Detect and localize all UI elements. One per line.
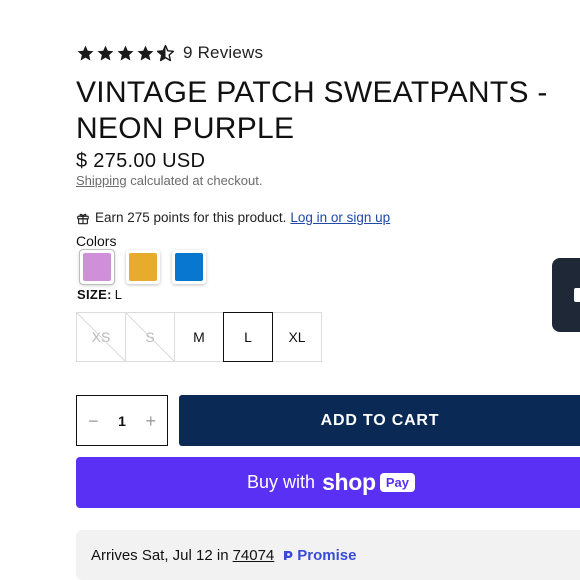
- rating-stars: [76, 44, 175, 63]
- color-swatch-purple[interactable]: [80, 250, 114, 284]
- product-rating: 9 Reviews: [76, 43, 263, 63]
- star-icon: [97, 45, 114, 61]
- quantity-input[interactable]: 1: [118, 413, 126, 429]
- swatch-fill: [175, 253, 203, 281]
- shipping-suffix: calculated at checkout.: [130, 173, 263, 188]
- star-icon: [117, 45, 134, 61]
- swatch-fill: [83, 253, 111, 281]
- size-options: XS S M L XL: [76, 312, 322, 362]
- delivery-estimate: Arrives Sat, Jul 12 in 74074 Promise: [76, 530, 580, 580]
- shop-pay-prefix: Buy with: [247, 472, 316, 492]
- shipping-note: Shipping calculated at checkout.: [76, 173, 262, 188]
- rewards-notice: Earn 275 points for this product. Log in…: [76, 210, 390, 225]
- quantity-decrease-button[interactable]: −: [88, 412, 99, 430]
- promise-logo-icon: [284, 551, 293, 560]
- unavailable-strike: [77, 313, 125, 361]
- size-option-l[interactable]: L: [223, 312, 273, 362]
- delivery-text: Arrives Sat, Jul 12 in: [91, 546, 229, 564]
- size-option-xs[interactable]: XS: [76, 312, 126, 362]
- quantity-stepper: − 1 +: [76, 395, 168, 446]
- pay-badge: Pay: [379, 473, 415, 492]
- swatch-fill: [129, 253, 157, 281]
- reviews-count-link[interactable]: 9 Reviews: [183, 43, 263, 63]
- size-selection: SIZE: L: [77, 287, 122, 302]
- colors-label: Colors: [76, 233, 117, 249]
- side-widget-tab[interactable]: [552, 258, 580, 332]
- color-swatch-blue[interactable]: [172, 250, 206, 284]
- promise-brand: Promise: [282, 547, 356, 564]
- size-option-label: M: [193, 329, 205, 345]
- size-option-xl[interactable]: XL: [272, 312, 322, 362]
- color-swatch-gold[interactable]: [126, 250, 160, 284]
- login-signup-link[interactable]: Log in or sign up: [290, 210, 390, 225]
- color-swatches: [80, 250, 206, 284]
- add-to-cart-button[interactable]: ADD TO CART: [179, 395, 580, 446]
- shipping-link[interactable]: Shipping: [76, 173, 127, 188]
- size-selected-value: L: [114, 287, 122, 302]
- star-icon: [137, 45, 154, 61]
- promise-label: Promise: [297, 546, 357, 564]
- delivery-zip-link[interactable]: 74074: [233, 547, 275, 564]
- size-option-m[interactable]: M: [174, 312, 224, 362]
- size-option-label: L: [244, 329, 252, 345]
- half-star-icon: [156, 44, 175, 61]
- size-label: SIZE:: [77, 287, 112, 302]
- side-widget-icon: [574, 288, 580, 302]
- product-price: $ 275.00 USD: [76, 150, 206, 172]
- quantity-increase-button[interactable]: +: [145, 412, 156, 430]
- product-title: VINTAGE PATCH SWEATPANTS - NEON PURPLE: [76, 76, 548, 145]
- star-icon: [77, 45, 94, 61]
- unavailable-strike: [126, 313, 174, 361]
- size-option-s[interactable]: S: [125, 312, 175, 362]
- gift-icon: [77, 213, 89, 224]
- shop-logo: shop: [322, 469, 376, 495]
- size-option-label: XL: [288, 329, 306, 345]
- rewards-text: Earn 275 points for this product.: [95, 210, 287, 225]
- shop-pay-button[interactable]: Buy with shop Pay: [76, 457, 580, 508]
